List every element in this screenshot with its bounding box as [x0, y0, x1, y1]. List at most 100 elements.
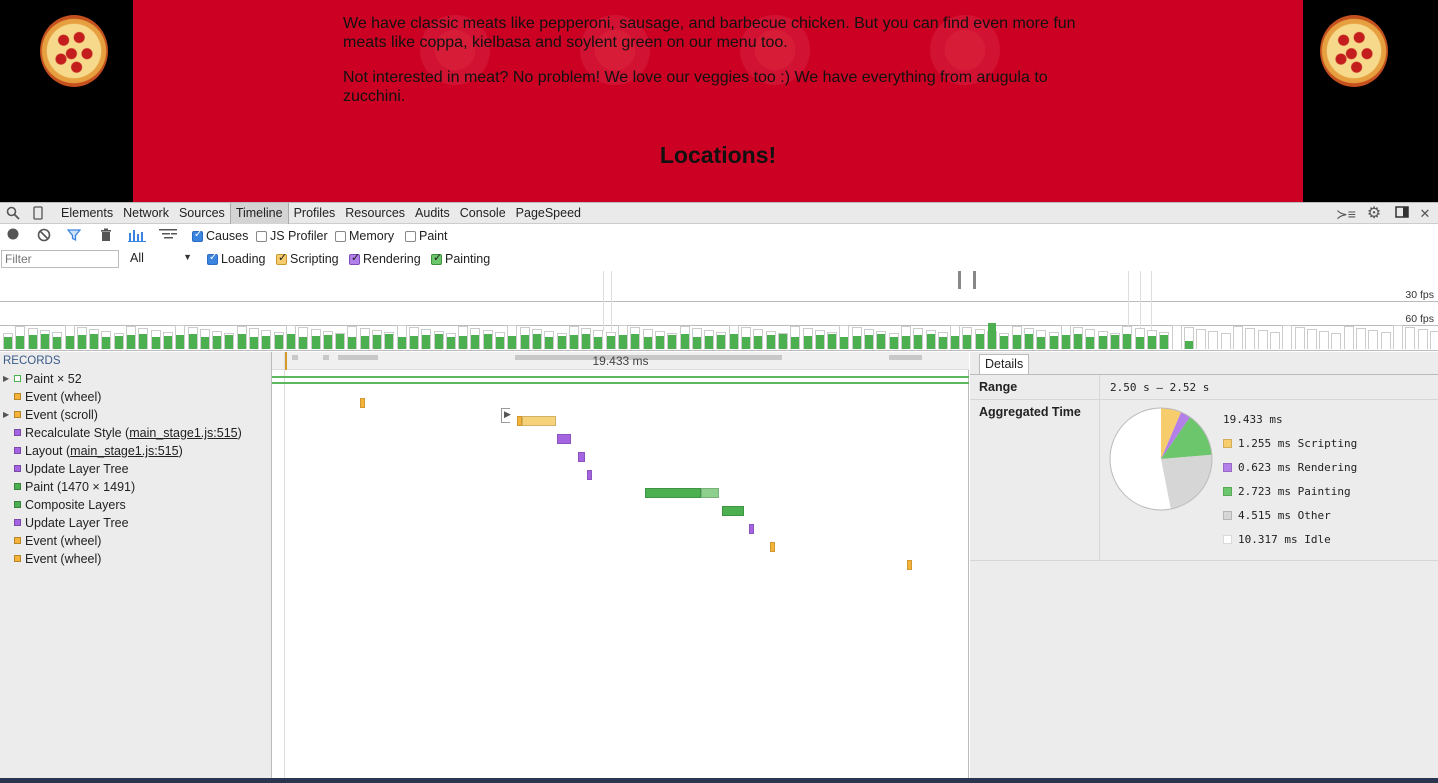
level-select[interactable]: All ▼	[130, 251, 192, 265]
frame-bar[interactable]	[728, 321, 739, 349]
event-bar[interactable]	[749, 524, 754, 534]
tab-timeline[interactable]: Timeline	[229, 203, 289, 224]
frame-bar[interactable]	[3, 329, 13, 349]
frame-bar[interactable]	[888, 329, 899, 349]
frame-bar[interactable]	[64, 321, 75, 349]
clear-icon[interactable]	[36, 228, 52, 244]
console-drawer-icon[interactable]: ≻≡	[1336, 206, 1356, 222]
frame-bar[interactable]	[1048, 328, 1059, 349]
source-link[interactable]: main_stage1.js:515	[70, 444, 178, 458]
tab-network[interactable]: Network	[118, 203, 174, 224]
frame-bar[interactable]	[1405, 323, 1416, 349]
frame-bar[interactable]	[691, 324, 702, 349]
frame-bar[interactable]	[1245, 324, 1256, 349]
tab-details[interactable]: Details	[979, 354, 1030, 374]
frame-bar[interactable]	[864, 325, 874, 349]
gear-icon[interactable]: ⚙	[1366, 206, 1382, 222]
frame-bar[interactable]	[495, 328, 505, 349]
frame-bar[interactable]	[335, 329, 346, 349]
frame-bar[interactable]	[777, 329, 788, 349]
frame-bar[interactable]	[544, 327, 555, 349]
record-row[interactable]: Update Layer Tree	[0, 460, 271, 478]
frame-bar[interactable]	[704, 326, 715, 349]
frame-bar[interactable]	[765, 327, 776, 349]
tab-sources[interactable]: Sources	[174, 203, 230, 224]
frame-bar[interactable]	[150, 326, 161, 349]
frame-bar[interactable]	[814, 326, 825, 349]
frame-bar[interactable]	[1183, 323, 1194, 349]
frame-bar[interactable]	[900, 322, 911, 349]
frame-bar[interactable]	[999, 329, 1010, 349]
frame-bar[interactable]	[1097, 327, 1108, 349]
frame-bar[interactable]	[433, 327, 444, 349]
event-bar[interactable]	[557, 434, 571, 444]
frame-bar[interactable]	[445, 329, 456, 349]
tab-audits[interactable]: Audits	[410, 203, 455, 224]
frame-bar[interactable]	[913, 324, 924, 349]
frame-bar[interactable]	[876, 327, 887, 349]
frame-bar[interactable]	[470, 324, 481, 349]
frame-bar[interactable]	[212, 327, 223, 349]
frame-bar[interactable]	[322, 327, 333, 349]
tab-console[interactable]: Console	[455, 203, 511, 224]
frame-bar[interactable]	[568, 322, 579, 349]
frame-bar[interactable]	[1085, 325, 1096, 349]
frame-bar[interactable]	[89, 325, 100, 349]
frame-bar[interactable]	[1023, 324, 1034, 349]
frame-bar[interactable]	[1269, 328, 1280, 349]
frame-bar[interactable]	[753, 325, 764, 349]
frame-bar[interactable]	[802, 324, 813, 349]
close-icon[interactable]: ✕	[1417, 206, 1433, 222]
js-profiler-checkbox[interactable]: JS Profiler	[256, 229, 328, 243]
frame-bar[interactable]	[593, 326, 604, 349]
frame-bar[interactable]	[741, 323, 751, 349]
event-bar[interactable]	[587, 470, 592, 480]
frame-bar[interactable]	[925, 326, 936, 349]
trash-icon[interactable]	[98, 228, 114, 244]
filter-input[interactable]	[1, 250, 119, 268]
source-link[interactable]: main_stage1.js:515	[129, 426, 237, 440]
tab-profiles[interactable]: Profiles	[289, 203, 341, 224]
frame-bar[interactable]	[507, 321, 518, 349]
frame-bar[interactable]	[76, 323, 87, 349]
frame-bar[interactable]	[1343, 322, 1354, 349]
frame-bar[interactable]	[630, 323, 641, 349]
frame-bar[interactable]	[1331, 329, 1342, 349]
frame-bar[interactable]	[310, 325, 321, 349]
frame-bar[interactable]	[1208, 327, 1219, 349]
frame-bar[interactable]	[52, 328, 63, 349]
frame-bar[interactable]	[654, 327, 665, 349]
record-row[interactable]: ▶ Event (scroll)	[0, 406, 271, 424]
event-bar[interactable]	[578, 452, 585, 462]
frame-bar[interactable]	[851, 323, 862, 349]
flame-chart-view-icon[interactable]	[158, 228, 178, 244]
frame-bar[interactable]	[1356, 324, 1366, 349]
range-start-handle[interactable]	[958, 271, 961, 289]
frame-bar[interactable]	[396, 321, 407, 349]
frame-bar[interactable]	[421, 325, 432, 349]
frame-bar[interactable]	[581, 324, 592, 349]
frame-bar[interactable]	[605, 328, 616, 349]
painting-checkbox[interactable]: Painting	[431, 251, 490, 266]
frame-bar[interactable]	[273, 328, 284, 349]
frame-bar[interactable]	[199, 325, 210, 349]
frame-bar[interactable]	[162, 328, 173, 349]
tab-resources[interactable]: Resources	[340, 203, 410, 224]
scripting-checkbox[interactable]: Scripting	[276, 251, 339, 266]
record-icon[interactable]	[5, 228, 21, 244]
loading-checkbox[interactable]: Loading	[207, 252, 266, 266]
frame-bar[interactable]	[1110, 329, 1120, 349]
frame-bar[interactable]	[519, 323, 530, 349]
frame-bar[interactable]	[408, 323, 419, 349]
frame-bar[interactable]	[1146, 326, 1157, 349]
frames-overview[interactable]: 30 fps 60 fps	[0, 271, 1438, 351]
frame-bar[interactable]	[1380, 328, 1391, 349]
frame-bar[interactable]	[716, 328, 727, 349]
frame-bar[interactable]	[1429, 327, 1438, 349]
frame-bar[interactable]	[1417, 325, 1428, 349]
record-row[interactable]: Event (wheel)	[0, 550, 271, 568]
frame-bar[interactable]	[556, 329, 567, 349]
event-bar[interactable]	[770, 542, 775, 552]
flame-chart[interactable]: 19.433 ms ▶	[272, 352, 969, 783]
frame-bar[interactable]	[1220, 329, 1231, 349]
